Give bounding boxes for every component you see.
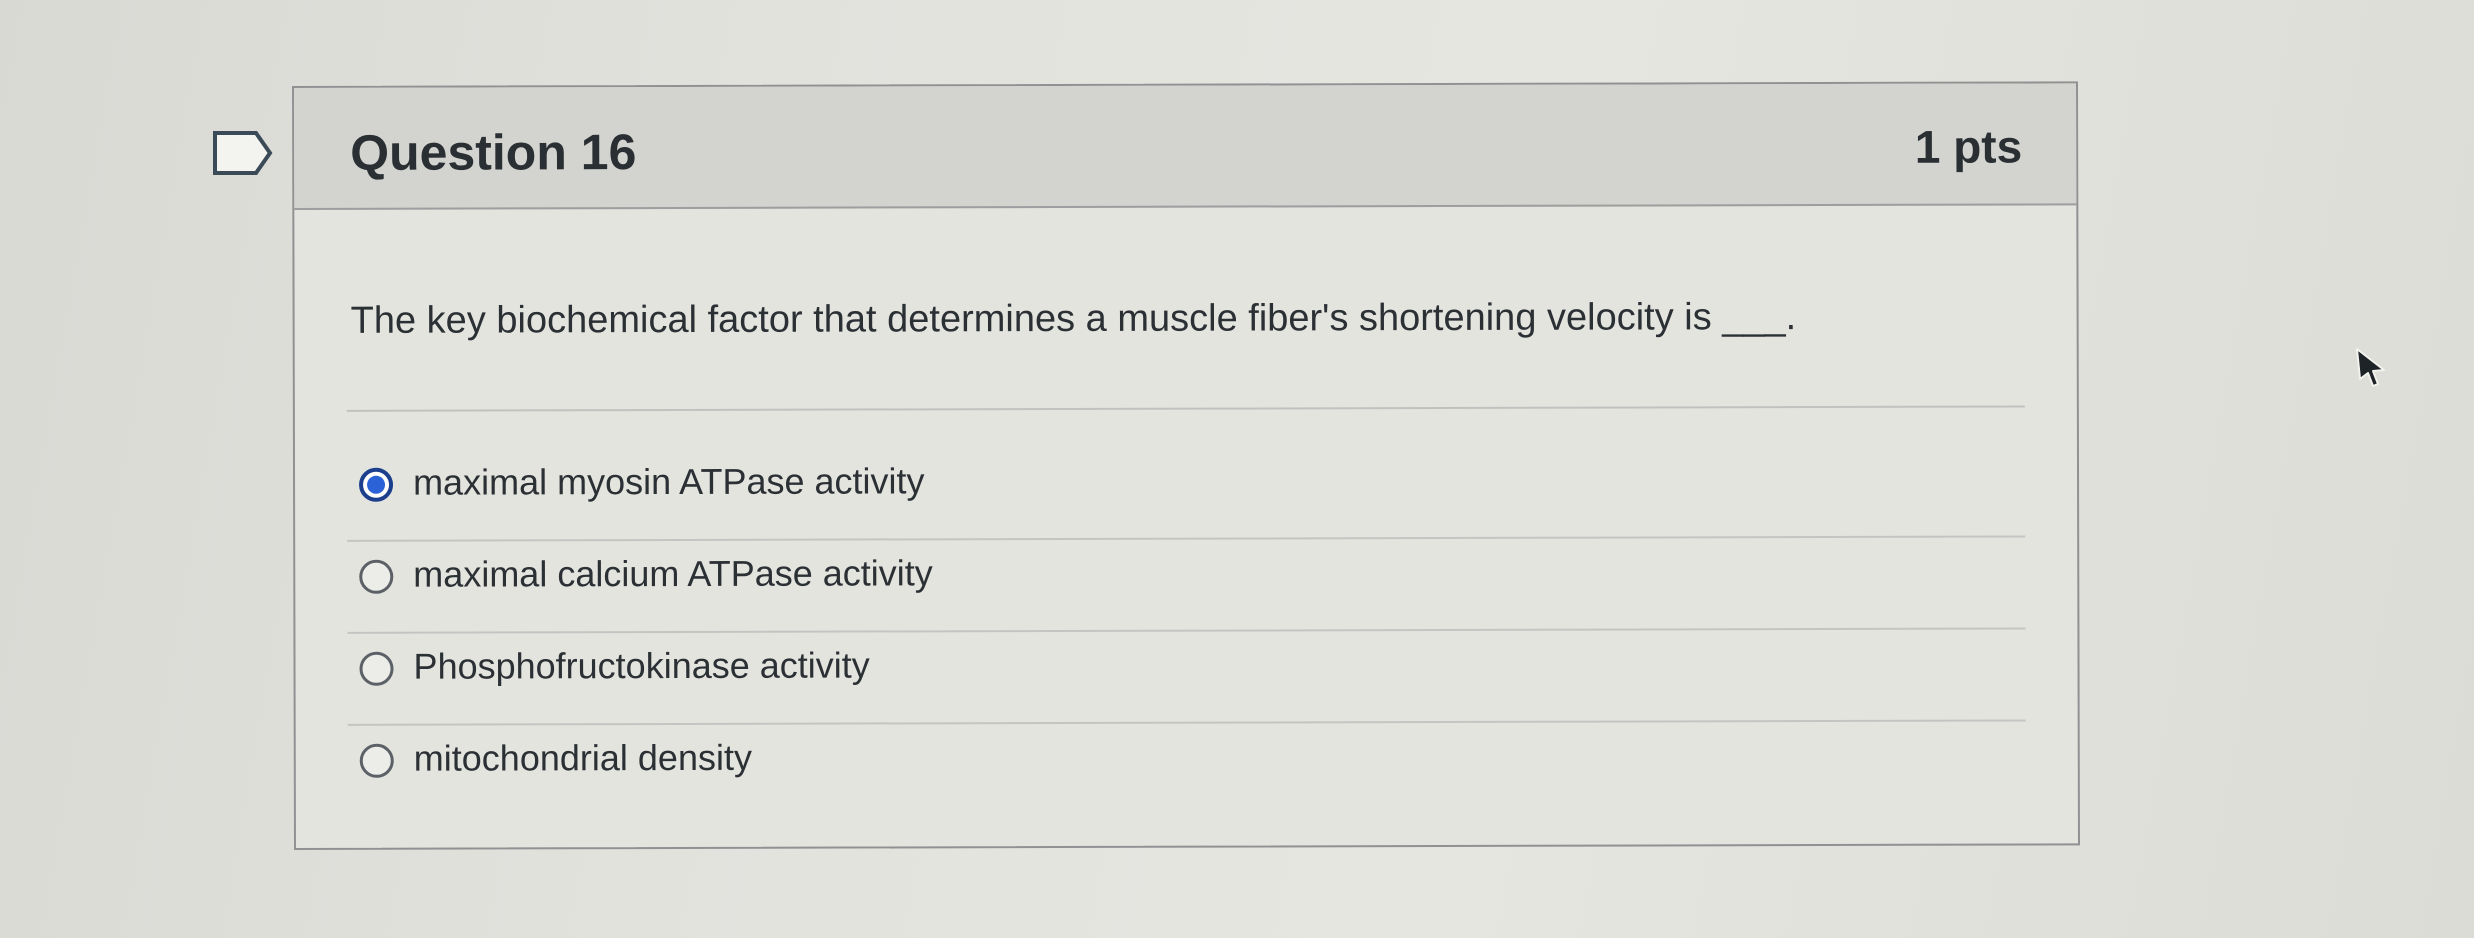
- answer-label[interactable]: maximal calcium ATPase activity: [413, 552, 933, 595]
- answer-option[interactable]: Phosphofructokinase activity: [347, 629, 2026, 726]
- question-title: Question 16: [350, 124, 637, 181]
- answer-list: maximal myosin ATPase activity maximal c…: [346, 445, 2026, 817]
- question-separator: [346, 405, 2025, 412]
- radio-button[interactable]: [359, 559, 394, 594]
- question-points: 1 pts: [1914, 120, 2023, 173]
- answer-option[interactable]: maximal calcium ATPase activity: [347, 537, 2026, 634]
- radio-button[interactable]: [359, 651, 394, 686]
- answer-option[interactable]: maximal myosin ATPase activity: [346, 445, 2026, 542]
- radio-button[interactable]: [359, 743, 394, 778]
- answer-label[interactable]: Phosphofructokinase activity: [413, 644, 869, 687]
- question-card: Question 16 1 pts The key biochemical fa…: [292, 81, 2080, 850]
- answer-label[interactable]: maximal myosin ATPase activity: [413, 460, 925, 503]
- question-text: The key biochemical factor that determin…: [350, 296, 1797, 342]
- question-header: Question 16 1 pts: [294, 83, 2077, 210]
- radio-button-selected[interactable]: [358, 467, 394, 502]
- answer-option[interactable]: mitochondrial density: [348, 721, 2026, 817]
- answer-label[interactable]: mitochondrial density: [414, 737, 752, 780]
- mouse-cursor-icon: [2356, 348, 2385, 387]
- flag-question-icon[interactable]: [212, 130, 274, 176]
